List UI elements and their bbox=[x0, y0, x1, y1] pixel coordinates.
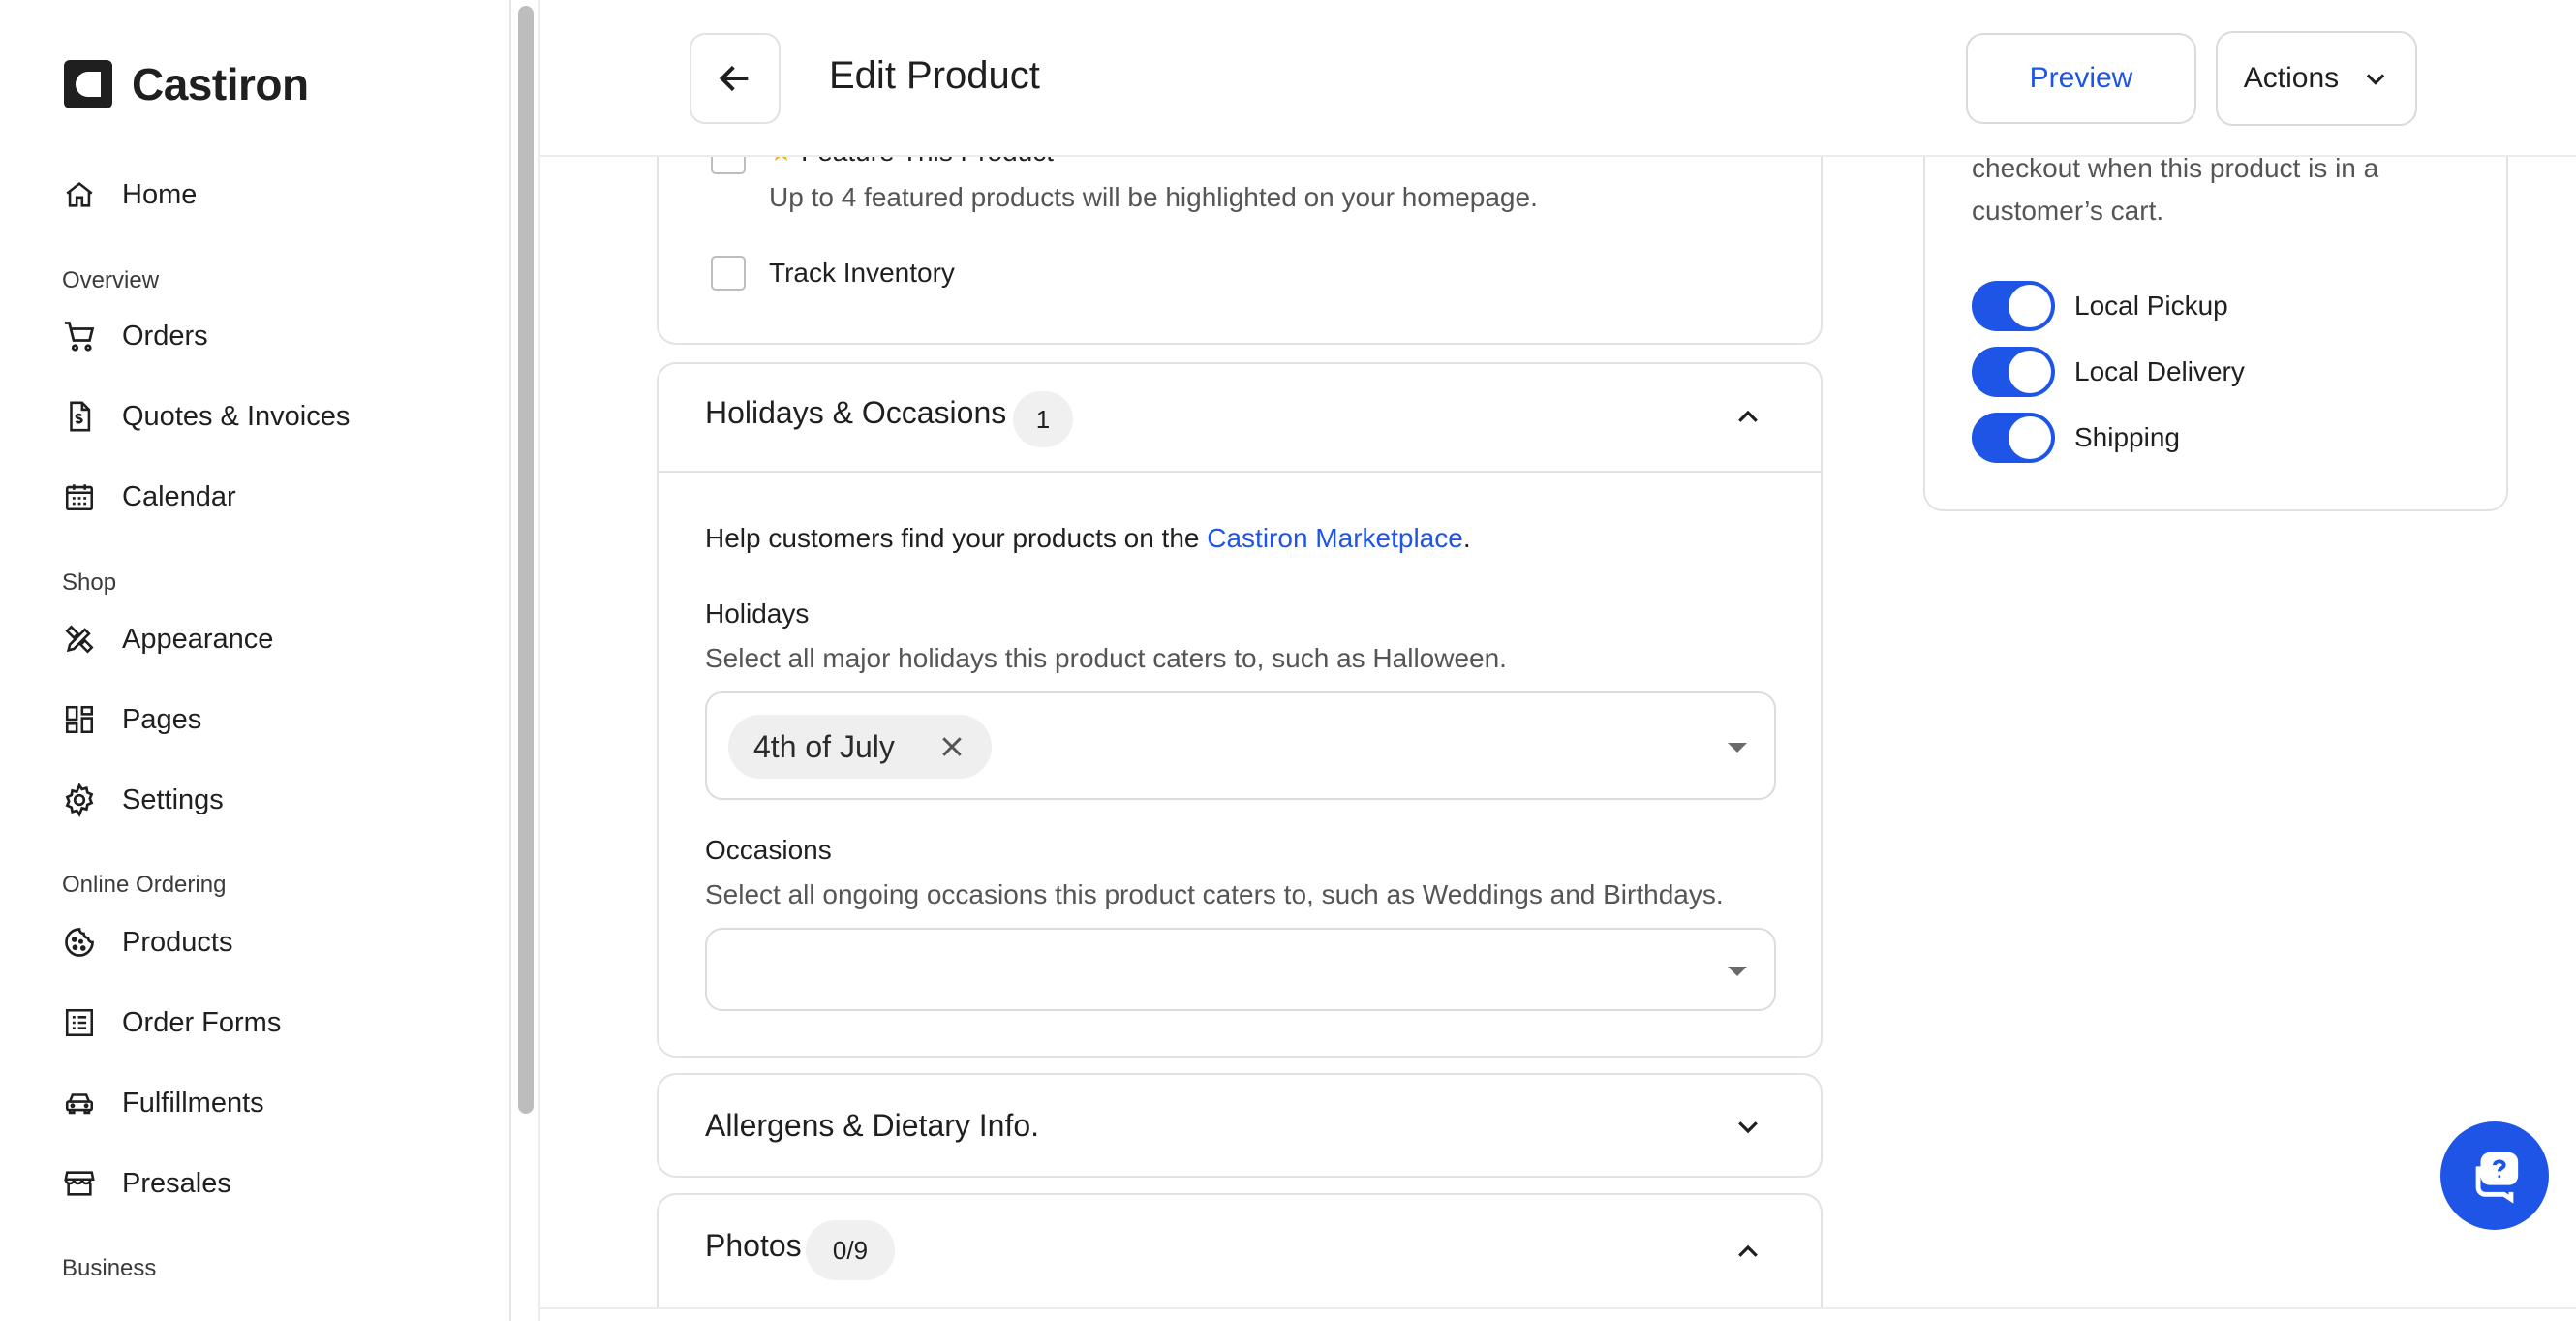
sidebar-item-appearance[interactable]: Appearance bbox=[62, 615, 273, 663]
app-name: Castiron bbox=[132, 59, 309, 109]
sidebar-item-label: Order Forms bbox=[122, 1006, 282, 1038]
local-delivery-switch[interactable] bbox=[1972, 347, 2055, 397]
chat-help-icon bbox=[2467, 1148, 2523, 1204]
list-form-icon bbox=[62, 1005, 97, 1040]
design-tools-icon bbox=[62, 622, 97, 657]
holidays-label: Holidays bbox=[705, 599, 810, 629]
occasions-label: Occasions bbox=[705, 835, 832, 865]
preview-button[interactable]: Preview bbox=[1966, 33, 2196, 124]
car-icon bbox=[62, 1086, 97, 1121]
photos-card-title: Photos bbox=[705, 1228, 802, 1263]
shipping-label: Shipping bbox=[2074, 422, 2180, 452]
toggle-shipping[interactable]: Shipping bbox=[1972, 413, 2180, 463]
sidebar-item-label: Settings bbox=[122, 783, 224, 815]
actions-label: Actions bbox=[2243, 62, 2340, 94]
calendar-icon bbox=[62, 479, 97, 514]
sidebar-item-label: Presales bbox=[122, 1167, 231, 1199]
sidebar-item-settings[interactable]: Settings bbox=[62, 776, 224, 824]
holidays-count-badge: 1 bbox=[1013, 391, 1073, 447]
invoice-icon bbox=[62, 399, 97, 434]
sidebar-item-order-forms[interactable]: Order Forms bbox=[62, 998, 281, 1047]
pages-icon bbox=[62, 702, 97, 737]
holiday-chip-label: 4th of July bbox=[753, 728, 895, 764]
sidebar-section-business: Business bbox=[62, 1255, 157, 1281]
photos-card[interactable]: Photos 0/9 bbox=[657, 1193, 1823, 1309]
sidebar: Castiron Home Overview Orders Quotes & I… bbox=[0, 0, 511, 1321]
holidays-card-title: Holidays & Occasions bbox=[705, 395, 1007, 430]
local-pickup-label: Local Pickup bbox=[2074, 291, 2228, 321]
sidebar-item-label: Orders bbox=[122, 320, 208, 352]
holidays-card-header[interactable]: Holidays & Occasions 1 bbox=[659, 364, 1821, 473]
bottom-edge bbox=[540, 1307, 2576, 1321]
sidebar-item-home[interactable]: Home bbox=[62, 170, 197, 219]
cookie-icon bbox=[62, 925, 97, 960]
sidebar-item-label: Products bbox=[122, 926, 233, 958]
arrow-left-icon bbox=[716, 59, 754, 98]
help-chat-button[interactable] bbox=[2440, 1121, 2549, 1230]
caret-down-icon[interactable] bbox=[1728, 743, 1747, 753]
intro-suffix: . bbox=[1462, 523, 1471, 553]
sidebar-section-shop: Shop bbox=[62, 569, 117, 596]
close-icon[interactable] bbox=[916, 732, 966, 761]
storefront-icon bbox=[62, 1166, 97, 1201]
sidebar-item-label: Fulfillments bbox=[122, 1087, 264, 1119]
page-title: Edit Product bbox=[829, 54, 1040, 97]
sidebar-item-label: Appearance bbox=[122, 623, 274, 655]
sidebar-section-overview: Overview bbox=[62, 267, 160, 293]
holidays-select[interactable]: 4th of July bbox=[705, 691, 1776, 800]
holidays-occasions-card: Holidays & Occasions 1 Help customers fi… bbox=[657, 362, 1823, 1058]
chevron-down-icon bbox=[2350, 65, 2389, 92]
local-pickup-switch[interactable] bbox=[1972, 281, 2055, 331]
toggle-local-pickup[interactable]: Local Pickup bbox=[1972, 281, 2228, 331]
sidebar-item-pages[interactable]: Pages bbox=[62, 695, 201, 744]
sidebar-item-label: Quotes & Invoices bbox=[122, 400, 351, 432]
actions-button[interactable]: Actions bbox=[2216, 31, 2417, 126]
caret-down-icon[interactable] bbox=[1728, 967, 1747, 976]
intro-text: Help customers find your products on the bbox=[705, 523, 1208, 553]
castiron-logo-icon bbox=[64, 60, 112, 108]
chevron-down-icon[interactable] bbox=[1733, 1112, 1763, 1146]
shipping-switch[interactable] bbox=[1972, 413, 2055, 463]
gear-icon bbox=[62, 783, 97, 817]
allergens-card[interactable]: Allergens & Dietary Info. bbox=[657, 1073, 1823, 1178]
chevron-up-icon[interactable] bbox=[1733, 403, 1763, 437]
cart-icon bbox=[62, 319, 97, 353]
sidebar-item-quotes-invoices[interactable]: Quotes & Invoices bbox=[62, 392, 350, 441]
sidebar-section-online-ordering: Online Ordering bbox=[62, 872, 227, 898]
sidebar-item-fulfillments[interactable]: Fulfillments bbox=[62, 1079, 264, 1127]
track-inventory-checkbox[interactable] bbox=[711, 256, 746, 291]
sidebar-item-label: Pages bbox=[122, 703, 202, 735]
photos-count-badge: 0/9 bbox=[806, 1220, 895, 1280]
back-button[interactable] bbox=[690, 33, 781, 124]
fulfillment-note-line2: customer’s cart. bbox=[1972, 196, 2164, 226]
castiron-logo[interactable]: Castiron bbox=[64, 58, 309, 110]
holiday-chip: 4th of July bbox=[728, 715, 992, 779]
marketplace-link[interactable]: Castiron Marketplace bbox=[1207, 523, 1463, 553]
chevron-up-icon[interactable] bbox=[1733, 1238, 1763, 1272]
track-inventory-label: Track Inventory bbox=[769, 258, 955, 288]
home-icon bbox=[62, 177, 97, 212]
holidays-help: Select all major holidays this product c… bbox=[705, 643, 1507, 673]
sidebar-item-label: Calendar bbox=[122, 480, 236, 512]
sidebar-item-calendar[interactable]: Calendar bbox=[62, 473, 236, 521]
allergens-card-title: Allergens & Dietary Info. bbox=[705, 1108, 1040, 1143]
sidebar-item-orders[interactable]: Orders bbox=[62, 312, 208, 360]
feature-product-help: Up to 4 featured products will be highli… bbox=[769, 182, 1538, 212]
marketplace-intro: Help customers find your products on the… bbox=[705, 523, 1471, 554]
sidebar-scrollbar-thumb[interactable] bbox=[518, 6, 534, 1114]
sidebar-item-label: Home bbox=[122, 178, 198, 210]
local-delivery-label: Local Delivery bbox=[2074, 356, 2245, 386]
occasions-select[interactable] bbox=[705, 928, 1776, 1011]
sidebar-item-presales[interactable]: Presales bbox=[62, 1159, 231, 1208]
fulfillment-note-line1: checkout when this product is in a bbox=[1972, 153, 2379, 183]
main-divider bbox=[538, 0, 540, 1321]
occasions-help: Select all ongoing occasions this produc… bbox=[705, 879, 1724, 909]
sidebar-item-products[interactable]: Products bbox=[62, 918, 232, 967]
toggle-local-delivery[interactable]: Local Delivery bbox=[1972, 347, 2245, 397]
